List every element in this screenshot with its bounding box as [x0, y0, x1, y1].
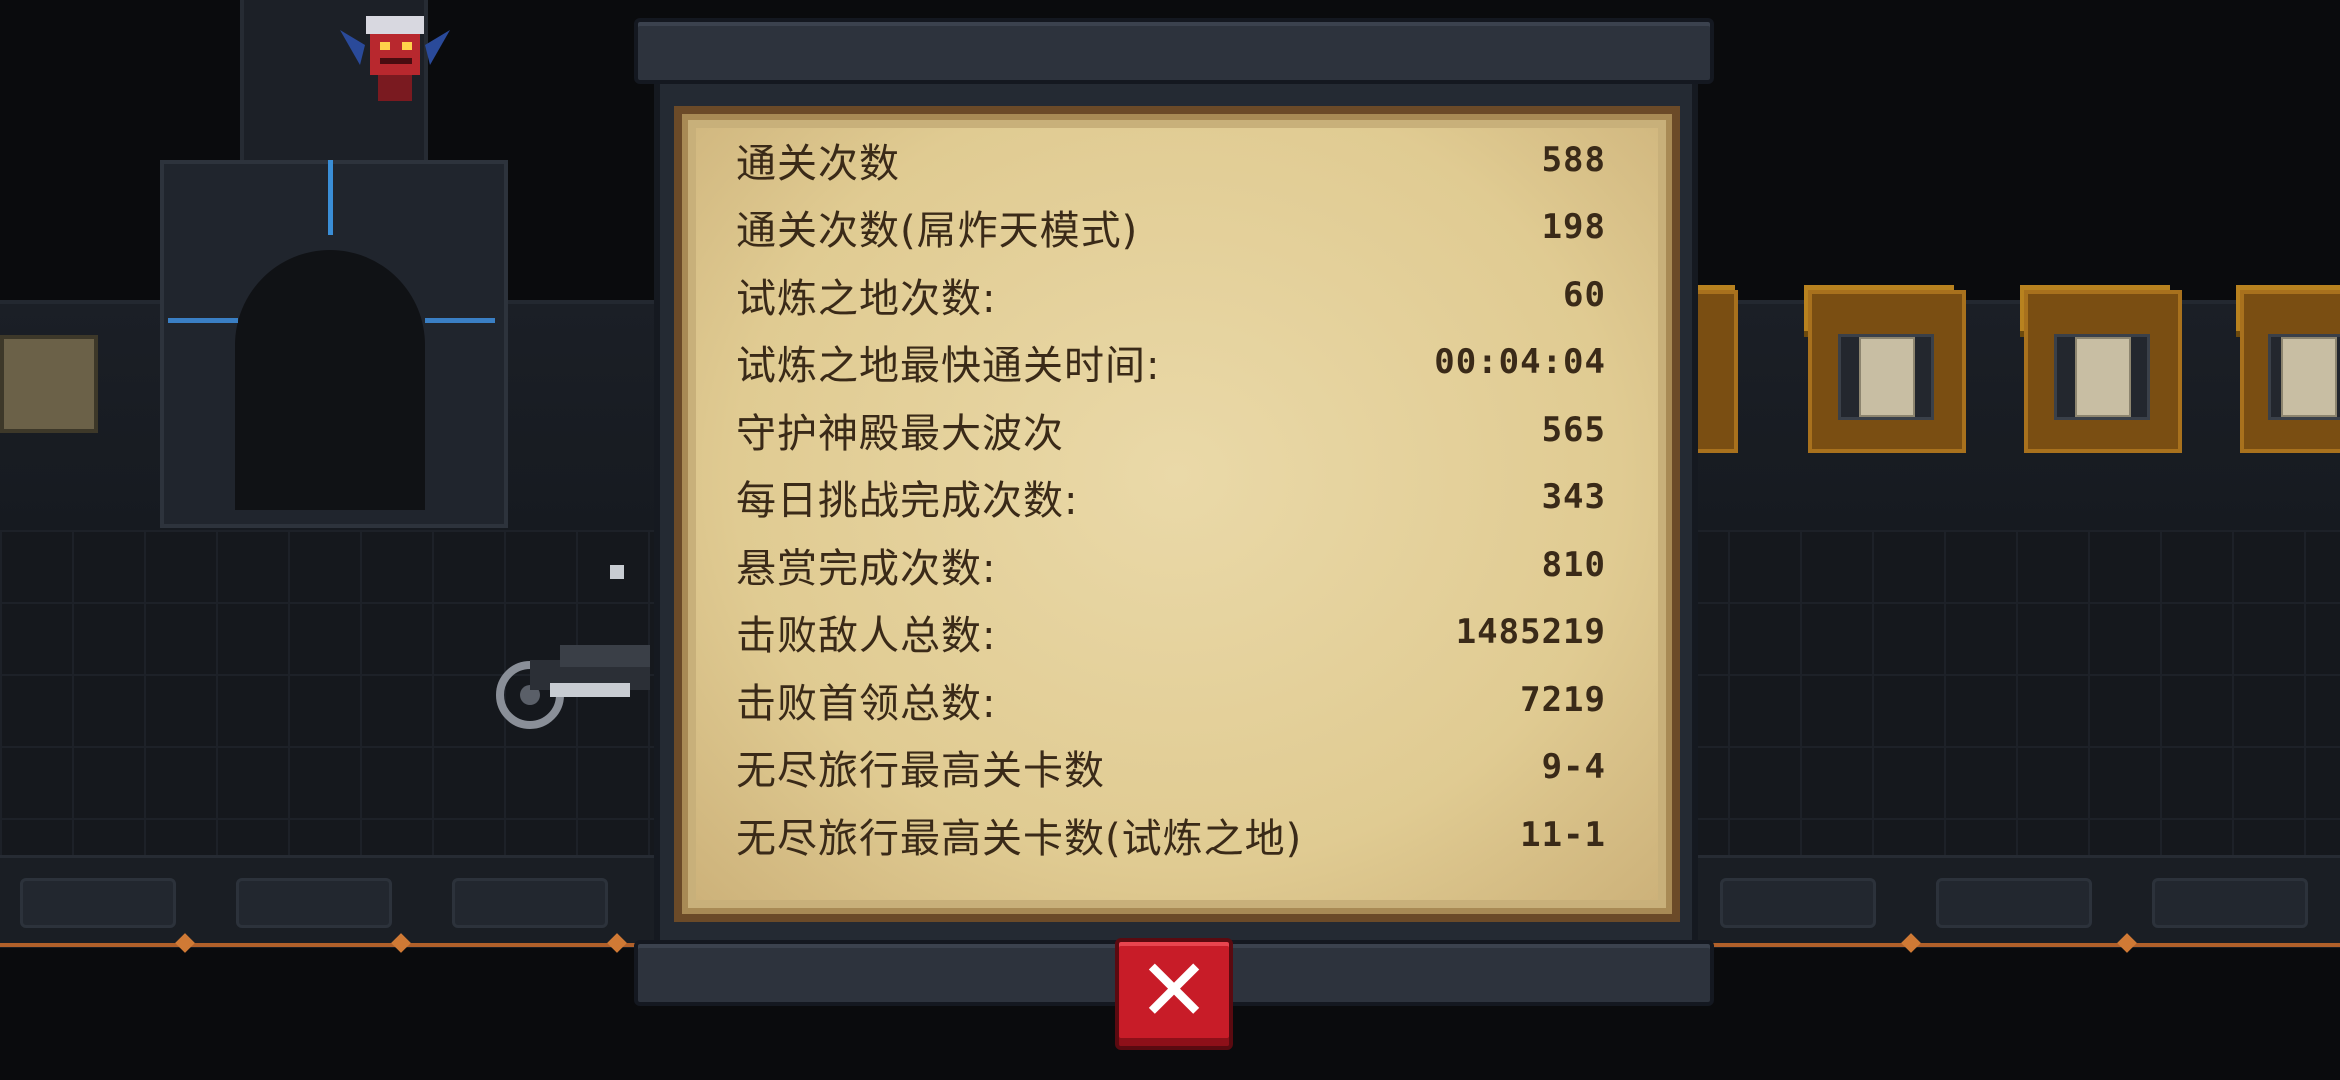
stat-row-trial-count: 试炼之地次数: 60: [736, 261, 1606, 329]
scroll-rod-top: [634, 18, 1714, 84]
stat-row-endless-best: 无尽旅行最高关卡数 9-4: [736, 734, 1606, 802]
stat-label: 通关次数(屌炸天模式): [736, 208, 1139, 255]
frame-slot: [2054, 334, 2150, 420]
stat-value: 11-1: [1520, 814, 1606, 855]
rail-slab: [1936, 878, 2092, 928]
stat-label: 每日挑战完成次数:: [736, 478, 1079, 525]
display-frame[interactable]: [1808, 290, 1966, 453]
rail-slab: [20, 878, 176, 928]
stat-row-bounties: 悬赏完成次数: 810: [736, 531, 1606, 599]
stat-label: 试炼之地次数:: [736, 275, 997, 322]
portal-light: [328, 160, 333, 235]
frame-slot: [2268, 334, 2340, 420]
demon-npc-icon[interactable]: [340, 10, 450, 105]
stat-label: 试炼之地最快通关时间:: [736, 343, 1161, 390]
stat-row-clears-hard-mode: 通关次数(屌炸天模式) 198: [736, 194, 1606, 262]
rail-slab: [2152, 878, 2308, 928]
stat-value: 343: [1541, 477, 1606, 518]
stat-row-daily-challenge: 每日挑战完成次数: 343: [736, 464, 1606, 532]
stat-label: 无尽旅行最高关卡数(试炼之地): [736, 815, 1303, 862]
rail-slab: [452, 878, 608, 928]
stat-value: 60: [1563, 274, 1606, 315]
stat-value: 1485219: [1455, 612, 1606, 653]
frame-slot: [1838, 334, 1934, 420]
stat-row-clears: 通关次数 588: [736, 126, 1606, 194]
stat-value: 7219: [1520, 679, 1606, 720]
rail-slab: [1720, 878, 1876, 928]
stat-value: 9-4: [1541, 747, 1606, 788]
stat-row-temple-waves: 守护神殿最大波次 565: [736, 396, 1606, 464]
stat-row-bosses-defeated: 击败首领总数: 7219: [736, 666, 1606, 734]
stat-label: 击败首领总数:: [736, 680, 997, 727]
portal-trim-right: [425, 318, 495, 323]
stat-value: 00:04:04: [1434, 342, 1606, 383]
display-frame[interactable]: [2240, 290, 2340, 453]
stat-row-endless-best-trial: 无尽旅行最高关卡数(试炼之地) 11-1: [736, 801, 1606, 869]
stat-label: 击败敌人总数:: [736, 613, 997, 660]
stat-label: 无尽旅行最高关卡数: [736, 748, 1105, 795]
notice-board[interactable]: [0, 335, 98, 433]
stat-value: 588: [1541, 139, 1606, 180]
stat-row-trial-fastest: 试炼之地最快通关时间: 00:04:04: [736, 329, 1606, 397]
portal-archway: [235, 250, 425, 510]
stat-label: 悬赏完成次数:: [736, 545, 997, 592]
card-icon: [2075, 337, 2131, 417]
stat-label: 通关次数: [736, 140, 900, 187]
motorcycle-icon[interactable]: [490, 565, 660, 745]
display-frame[interactable]: [2024, 290, 2182, 453]
close-icon: ✕: [1137, 941, 1211, 1041]
rail-slab: [236, 878, 392, 928]
stat-row-enemies-defeated: 击败敌人总数: 1485219: [736, 599, 1606, 667]
stat-label: 守护神殿最大波次: [736, 410, 1064, 457]
stat-value: 198: [1541, 207, 1606, 248]
card-icon: [2281, 337, 2337, 417]
portal-trim-left: [168, 318, 238, 323]
stat-value: 810: [1541, 544, 1606, 585]
close-button[interactable]: ✕: [1115, 938, 1233, 1050]
stat-value: 565: [1541, 409, 1606, 450]
card-icon: [1859, 337, 1915, 417]
